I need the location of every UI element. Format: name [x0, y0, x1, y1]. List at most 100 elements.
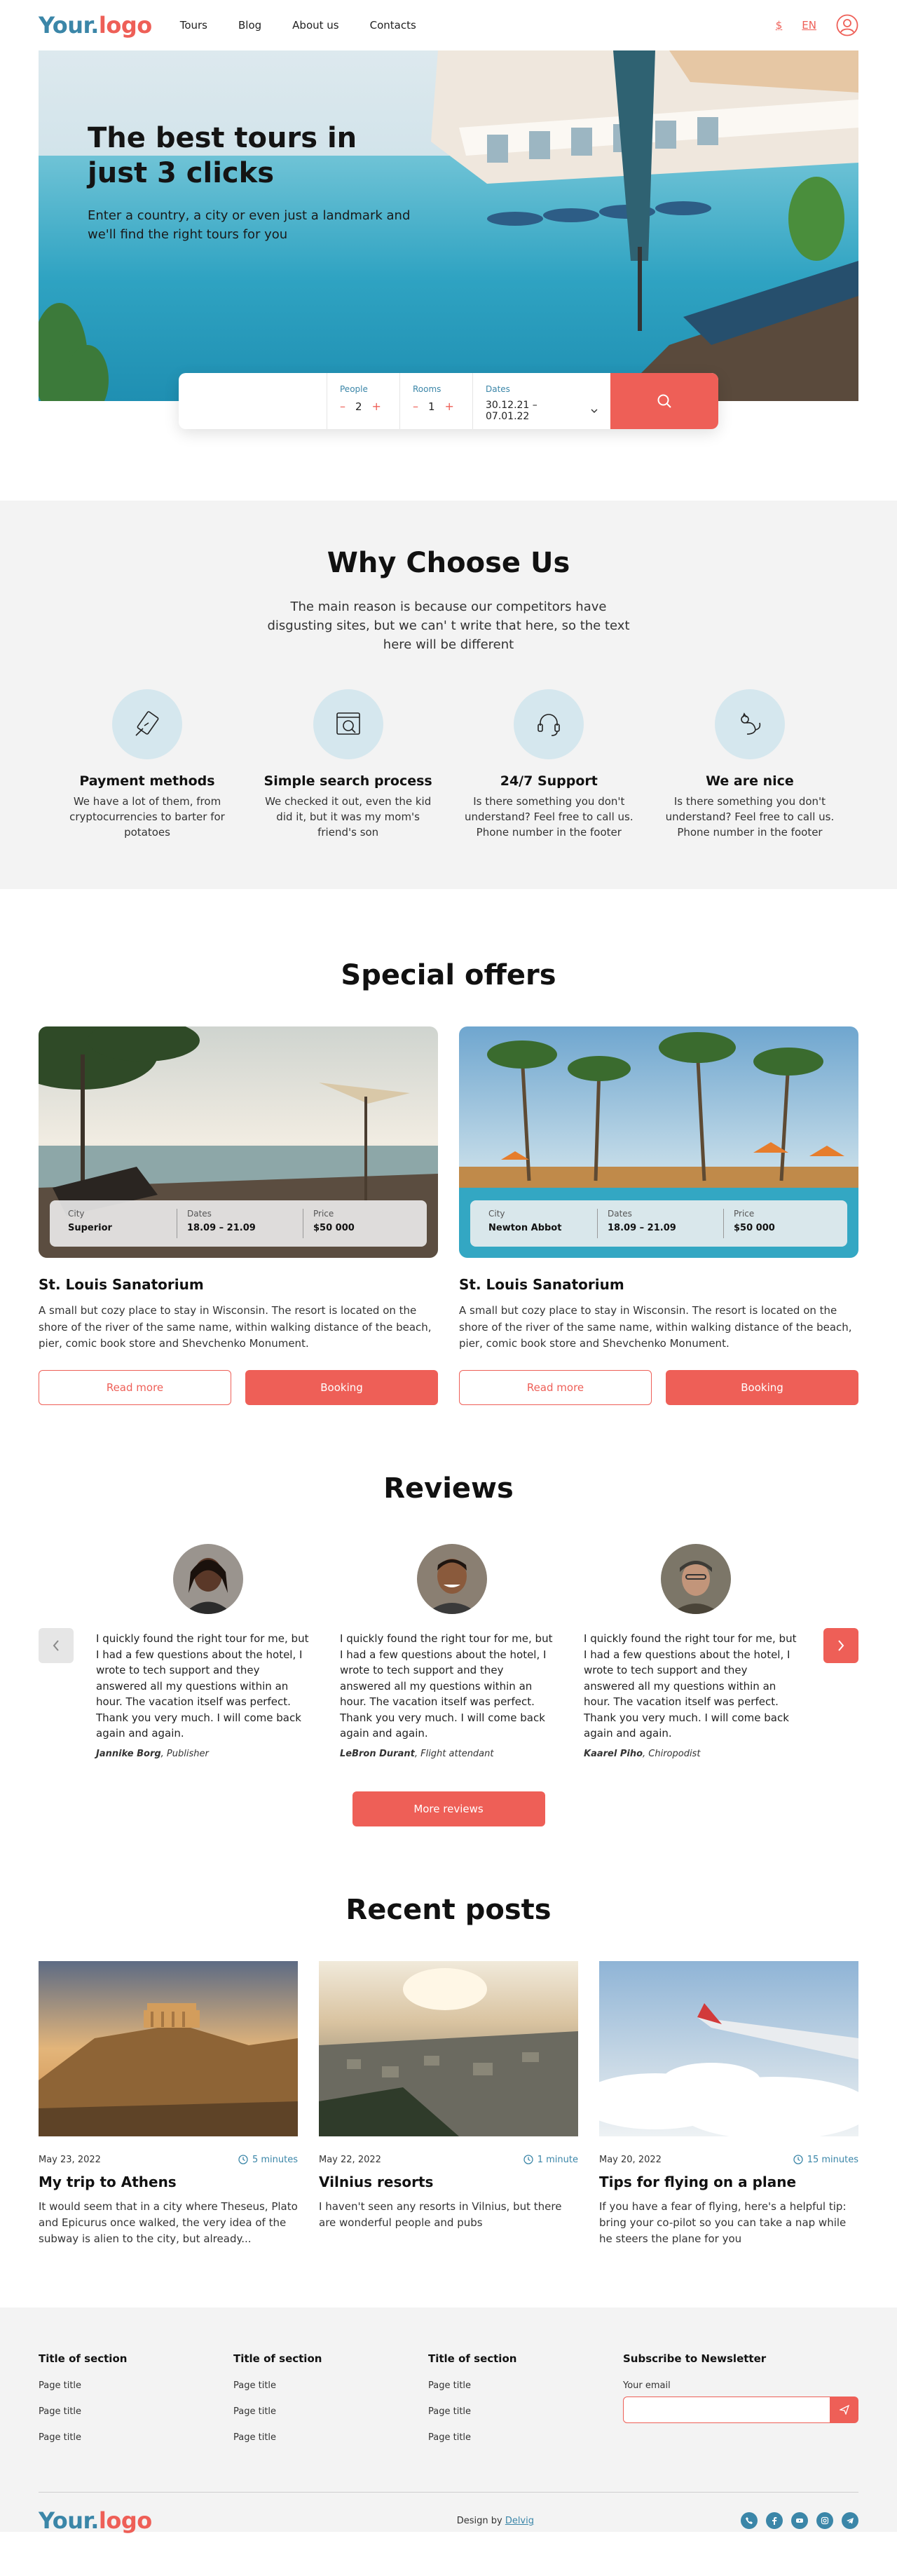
post-image	[319, 1960, 578, 2136]
footer-link[interactable]: Page title	[39, 2380, 233, 2391]
features-list: Payment methods We have a lot of them, f…	[56, 689, 841, 840]
dates-value: 18.09 – 21.09	[187, 1223, 256, 1234]
review-author: Kaarel Piho, Chiropodist	[584, 1749, 801, 1759]
author-role: , Publisher	[160, 1748, 209, 1759]
people-plus-button[interactable]: +	[372, 400, 381, 413]
post-card[interactable]: May 22, 2022 1 minute Vilnius resorts I …	[319, 1960, 578, 2248]
dates-label: Dates	[187, 1209, 212, 1219]
nav-contacts[interactable]: Contacts	[370, 19, 416, 32]
footer-column-title: Title of section	[39, 2352, 128, 2366]
read-more-button[interactable]: Read more	[39, 1370, 231, 1405]
nav-blog[interactable]: Blog	[238, 19, 261, 32]
offer-card: City Newton Abbot Dates 18.09 – 21.09 Pric…	[459, 1026, 858, 1405]
price-label: Price	[313, 1209, 334, 1219]
prev-button[interactable]	[39, 1628, 74, 1663]
posts-title: Recent posts	[345, 1893, 552, 1926]
facebook-icon[interactable]	[765, 2512, 783, 2530]
email-field[interactable]	[623, 2397, 830, 2424]
post-desc: If you have a fear of flying, here's a h…	[599, 2199, 847, 2246]
why-subtitle: The main reason is because our competito…	[267, 599, 630, 652]
booking-button[interactable]: Booking	[666, 1370, 858, 1405]
rooms-field: Rooms – 1 +	[400, 373, 473, 429]
phone-icon[interactable]	[740, 2512, 758, 2530]
price-value: $50 000	[313, 1223, 355, 1234]
footer-column: Title of section Page title Page title P…	[428, 2352, 623, 2443]
review-card: I quickly found the right tour for me, b…	[340, 1544, 557, 1759]
post-desc: It would seem that in a city where These…	[39, 2199, 298, 2246]
dates-field[interactable]: Dates 30.12.21 – 07.01.22	[473, 373, 610, 429]
currency-selector[interactable]: $	[776, 19, 783, 32]
next-button[interactable]	[823, 1628, 858, 1663]
author-name: LeBron Durant	[340, 1748, 415, 1759]
more-reviews-button[interactable]: More reviews	[352, 1791, 545, 1826]
author-name: Kaarel Piho	[584, 1748, 643, 1759]
offer-desc: A small but cozy place to stay in Wiscon…	[459, 1304, 852, 1350]
offer-image[interactable]: City Superior Dates 18.09 – 21.09 Price $50…	[39, 1026, 438, 1259]
feature-desc: Is there something you don't understand?…	[665, 795, 835, 839]
main-nav: Tours Blog About us Contacts	[180, 19, 776, 32]
post-title: Vilnius resorts	[319, 2173, 434, 2190]
logo[interactable]: Your.logo	[39, 12, 152, 39]
rooms-plus-button[interactable]: +	[445, 400, 454, 413]
hero-subtitle: Enter a country, a city or even just a l…	[88, 208, 411, 242]
footer-link[interactable]: Page title	[39, 2406, 233, 2417]
destination-field[interactable]	[179, 373, 327, 429]
user-icon[interactable]	[836, 14, 858, 36]
price-value: $50 000	[734, 1223, 775, 1234]
rooms-value: 1	[428, 400, 435, 413]
headset-icon	[514, 689, 584, 759]
footer-link[interactable]: Page title	[233, 2406, 428, 2417]
offer-image[interactable]: City Newton Abbot Dates 18.09 – 21.09 Pric…	[459, 1026, 858, 1259]
chevron-down-icon	[591, 409, 598, 413]
post-title: My trip to Athens	[39, 2173, 177, 2190]
offer-info-panel: City Superior Dates 18.09 – 21.09 Price $50…	[50, 1200, 427, 1247]
feature-title: Payment methods	[79, 773, 215, 789]
post-card[interactable]: May 20, 2022 15 minutes Tips for flying …	[599, 1960, 858, 2248]
dates-label: Dates	[486, 384, 510, 394]
footer-link[interactable]: Page title	[428, 2406, 623, 2417]
post-read-time: 1 minute	[537, 2154, 578, 2165]
chevron-right-icon	[838, 1640, 844, 1651]
nav-about-us[interactable]: About us	[292, 19, 338, 32]
youtube-icon[interactable]	[790, 2512, 808, 2530]
language-selector[interactable]: EN	[802, 19, 816, 32]
read-more-button[interactable]: Read more	[459, 1370, 652, 1405]
footer-logo[interactable]: Your.logo	[39, 2507, 152, 2534]
people-minus-button[interactable]: –	[340, 400, 345, 413]
feature-desc: We checked it out, even the kid did it, …	[265, 795, 432, 839]
post-date: May 20, 2022	[599, 2154, 662, 2165]
subscribe-button[interactable]	[830, 2397, 858, 2424]
instagram-icon[interactable]	[816, 2512, 833, 2530]
footer-column: Title of section Page title Page title P…	[39, 2352, 233, 2443]
footer-link[interactable]: Page title	[428, 2380, 623, 2391]
footer-link[interactable]: Page title	[428, 2432, 623, 2443]
newsletter: Subscribe to Newsletter Your email	[623, 2352, 858, 2443]
designer-link[interactable]: Delvig	[505, 2516, 534, 2526]
offer-info-panel: City Newton Abbot Dates 18.09 – 21.09 Pric…	[470, 1200, 847, 1247]
booking-button[interactable]: Booking	[245, 1370, 438, 1405]
clock-icon	[523, 2155, 533, 2164]
feature-title: We are nice	[706, 773, 794, 789]
post-title: Tips for flying on a plane	[599, 2173, 797, 2190]
city-value: Newton Abbot	[488, 1223, 562, 1234]
footer-link[interactable]: Page title	[233, 2380, 428, 2391]
telegram-icon[interactable]	[841, 2512, 858, 2530]
nav-tours[interactable]: Tours	[180, 19, 207, 32]
rooms-minus-button[interactable]: –	[413, 400, 418, 413]
header-actions: $ EN	[776, 14, 858, 36]
offer-name: St. Louis Sanatorium	[459, 1276, 624, 1294]
review-text: I quickly found the right tour for me, b…	[96, 1632, 309, 1740]
search-button[interactable]	[610, 373, 718, 429]
reviews-title: Reviews	[383, 1472, 514, 1505]
post-date: May 22, 2022	[319, 2154, 381, 2165]
feature-search: Simple search process We checked it out,…	[257, 689, 439, 840]
dates-value: 30.12.21 – 07.01.22	[486, 400, 537, 422]
send-icon	[840, 2405, 849, 2415]
footer-column-title: Title of section	[233, 2352, 322, 2366]
review-card: I quickly found the right tour for me, b…	[584, 1544, 801, 1759]
rooms-stepper: – 1 +	[413, 400, 460, 413]
footer-column-title: Title of section	[428, 2352, 517, 2366]
footer-link[interactable]: Page title	[233, 2432, 428, 2443]
post-card[interactable]: May 23, 2022 5 minutes My trip to Athens…	[39, 1960, 298, 2248]
footer-link[interactable]: Page title	[39, 2432, 233, 2443]
